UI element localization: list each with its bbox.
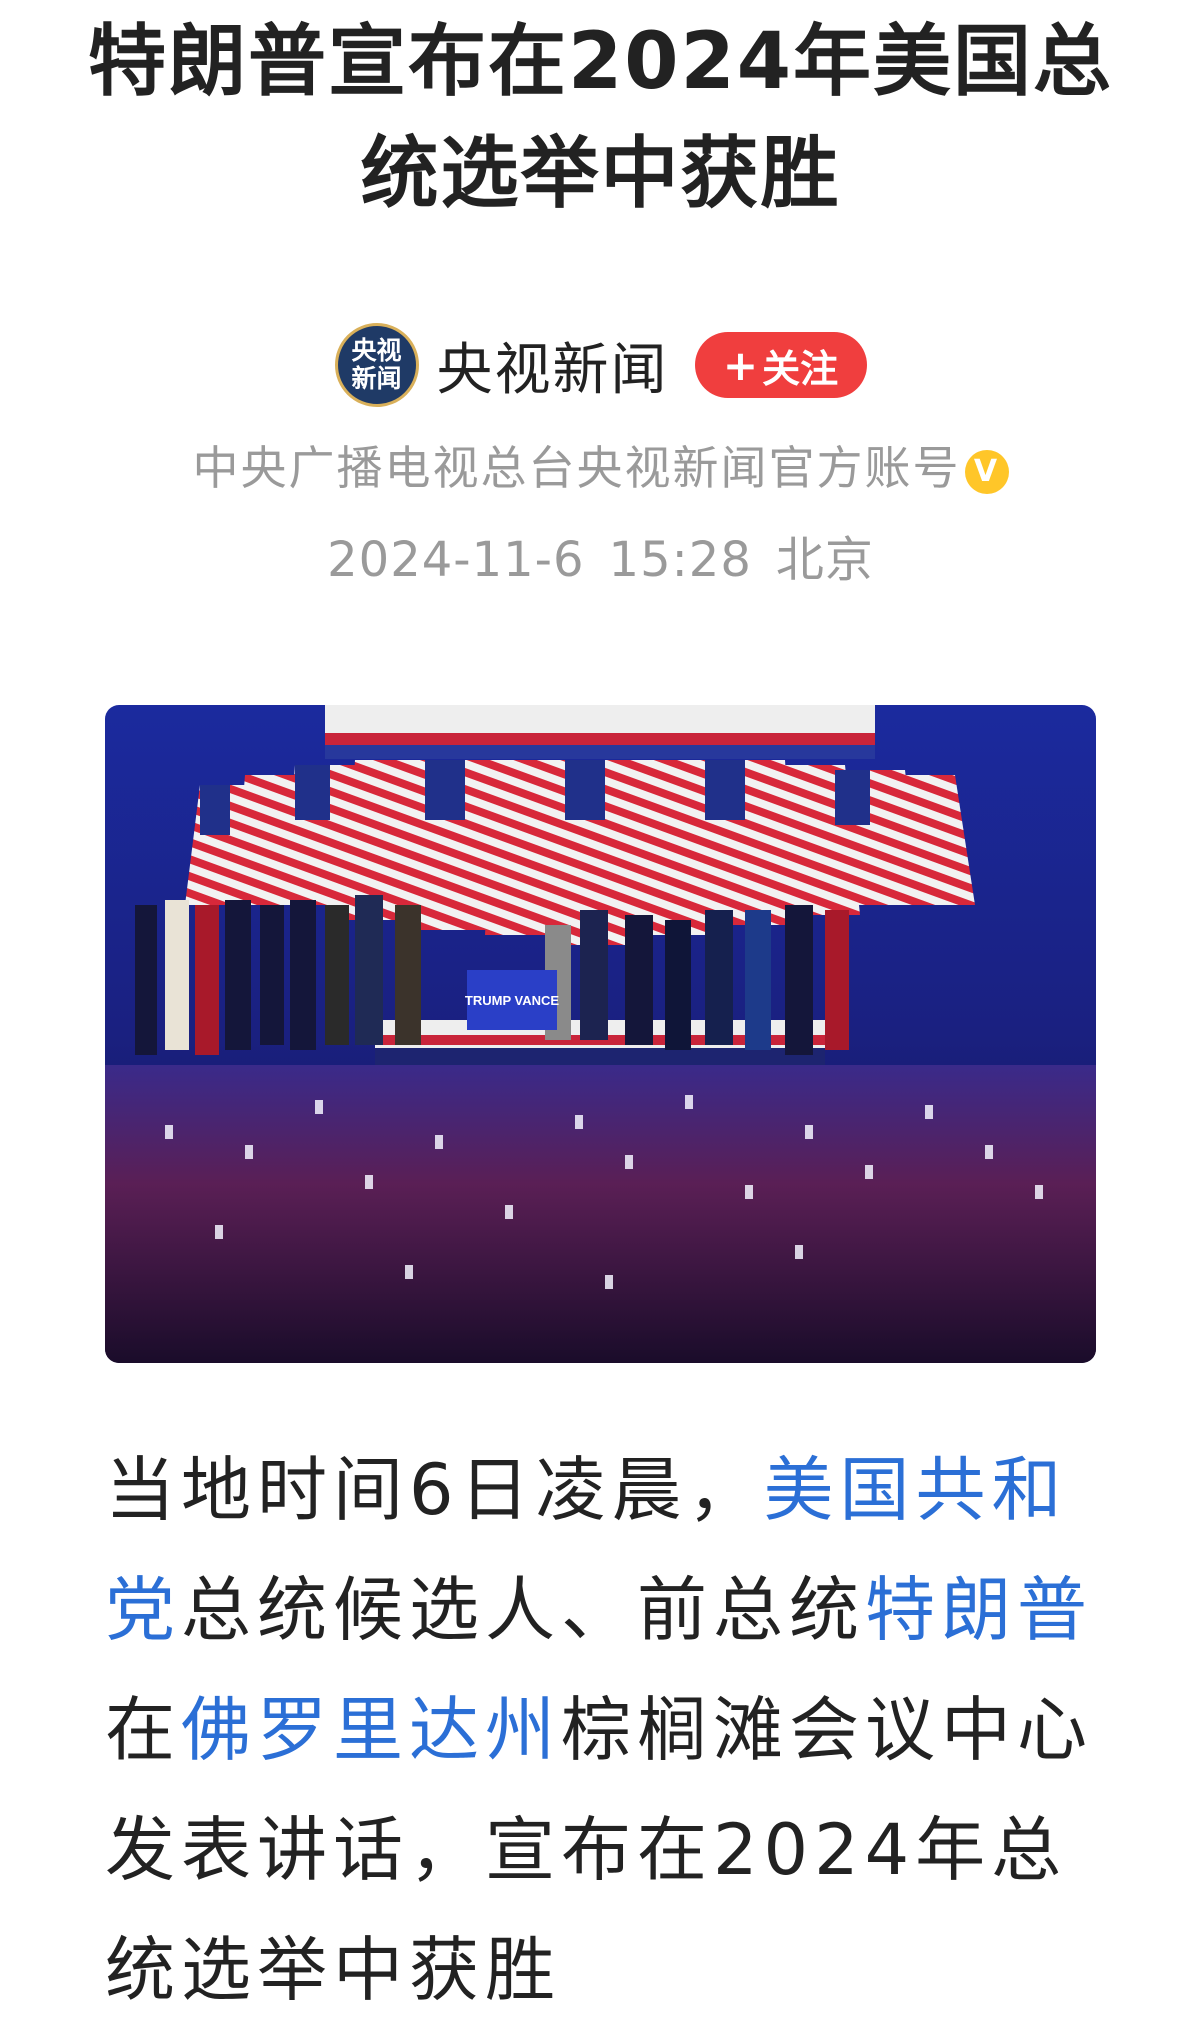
body-segment: 总统候选人、前总统 [181, 1569, 865, 1651]
publish-meta: 2024-11-6 15:28 北京 [0, 520, 1201, 590]
avatar-text-bottom: 新闻 [351, 364, 402, 393]
author-name[interactable]: 央视新闻 [437, 325, 669, 406]
article-page: 特朗普宣布在2024年美国总统选举中获胜 央视 新闻 央视新闻 + 关注 中央广… [0, 0, 1201, 2011]
plus-icon: + [722, 340, 759, 390]
publish-location: 北京 [775, 532, 874, 588]
verified-badge-icon: V [964, 449, 1009, 494]
article-body: 当地时间6日凌晨，美国共和党总统候选人、前总统特朗普在佛罗里达州棕榈滩会议中心发… [105, 1430, 1105, 2030]
publish-date: 2024-11-6 [327, 532, 585, 588]
follow-button[interactable]: + 关注 [694, 332, 867, 398]
article-photo[interactable]: TRUMP VANCE [105, 705, 1096, 1363]
author-description-text: 中央广播电视总台央视新闻官方账号 [192, 441, 961, 495]
publish-time: 15:28 [608, 532, 752, 588]
podium-text: TRUMP VANCE [465, 993, 559, 1008]
link-florida[interactable]: 佛罗里达州 [181, 1689, 561, 1771]
body-segment: 在 [105, 1689, 181, 1771]
article-title: 特朗普宣布在2024年美国总统选举中获胜 [87, 17, 1114, 219]
author-avatar[interactable]: 央视 新闻 [334, 323, 419, 407]
author-description: 中央广播电视总台央视新闻官方账号 V [0, 432, 1201, 498]
avatar-text-top: 央视 [351, 336, 402, 365]
author-row: 央视 新闻 央视新闻 + 关注 [0, 320, 1201, 410]
body-segment: 当地时间6日凌晨， [105, 1449, 764, 1531]
link-trump[interactable]: 特朗普 [865, 1569, 1093, 1651]
follow-label: 关注 [762, 346, 839, 391]
